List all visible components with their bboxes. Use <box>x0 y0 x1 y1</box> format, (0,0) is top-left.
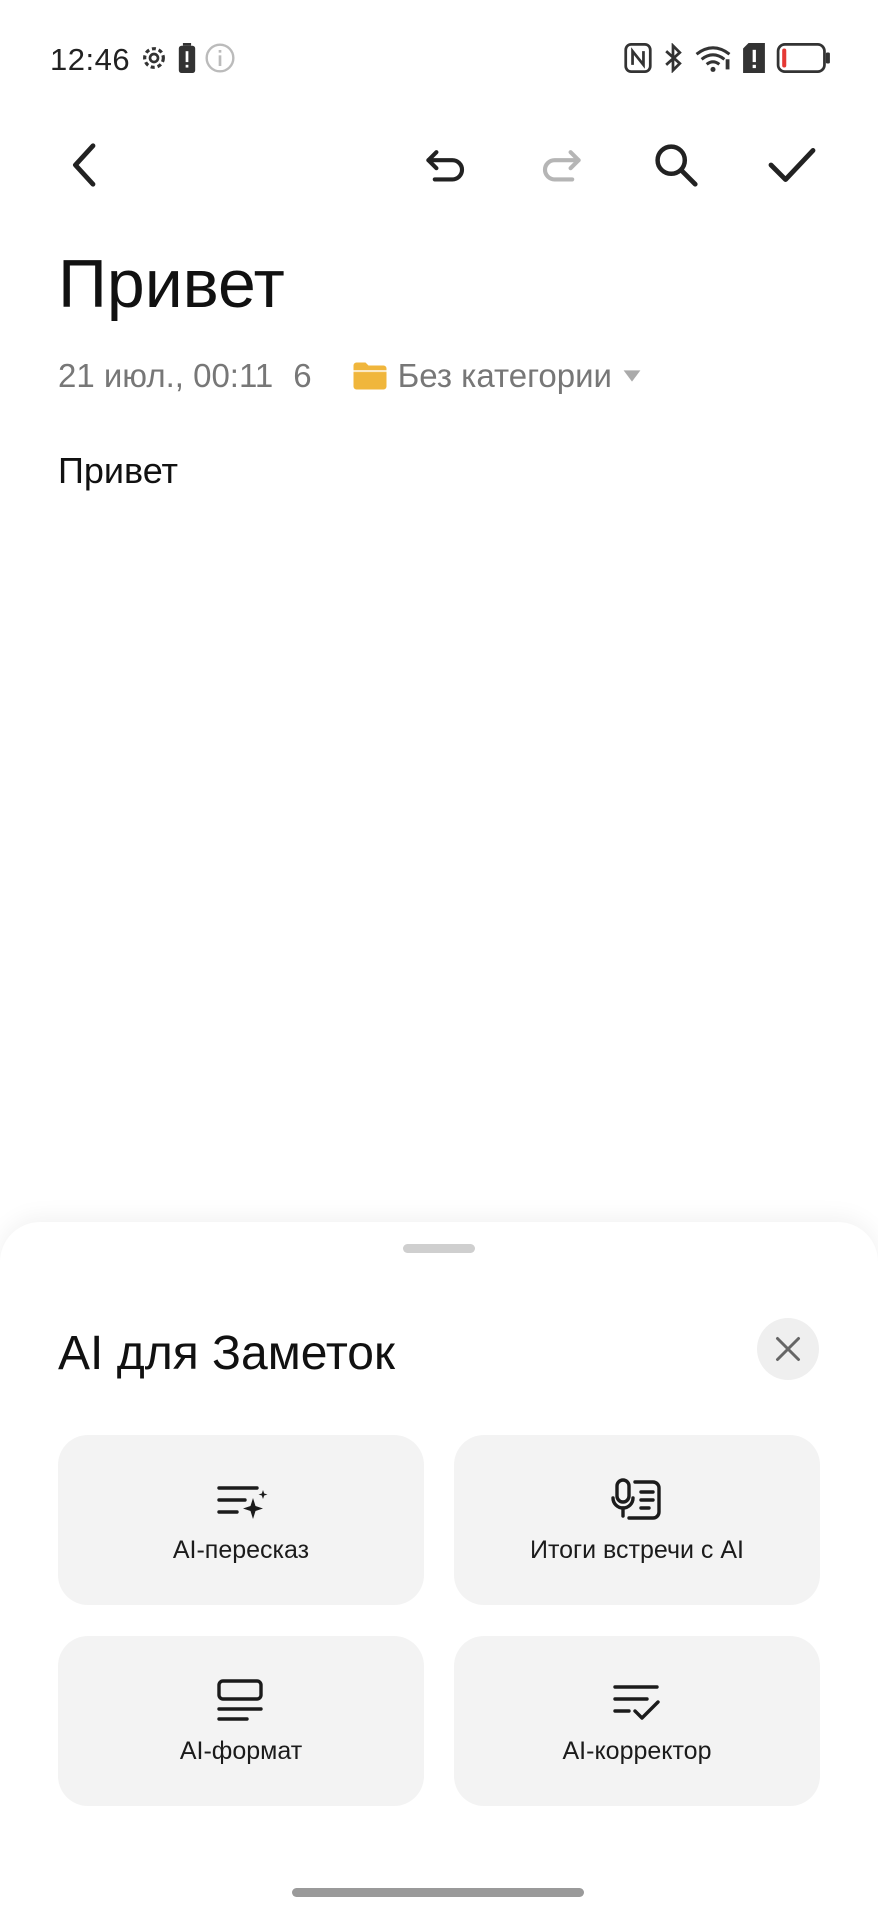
wifi-icon <box>694 43 732 78</box>
gear-icon <box>138 42 170 79</box>
status-time: 12:46 <box>50 42 131 77</box>
close-button[interactable] <box>757 1318 819 1380</box>
status-bar: 12:46 <box>0 0 878 118</box>
battery-low-icon <box>776 42 832 78</box>
note-title[interactable]: Привет <box>58 250 285 318</box>
redo-button[interactable] <box>533 137 589 193</box>
note-date: 21 июл., 00:11 <box>58 357 274 394</box>
drag-handle[interactable] <box>403 1244 475 1253</box>
ai-summary-label: AI-пересказ <box>172 1535 310 1564</box>
search-button[interactable] <box>648 137 704 193</box>
sim-alert-icon <box>742 42 766 78</box>
status-bar-left: 12:46 <box>50 40 236 80</box>
done-button[interactable] <box>764 137 820 193</box>
ai-bottom-sheet: AI для Заметок AI-пересказ Итоги встречи… <box>0 1222 878 1920</box>
search-icon <box>655 144 698 187</box>
note-toolbar <box>0 120 878 210</box>
ai-proofreader-label: AI-корректор <box>562 1736 712 1765</box>
summary-sparkle-icon <box>217 1485 268 1519</box>
note-meta: 21 июл., 00:11 6 Без категории <box>58 356 642 396</box>
bluetooth-icon <box>662 41 684 78</box>
ai-format-button[interactable]: AI-формат <box>58 1636 424 1806</box>
format-icon <box>217 1678 263 1721</box>
close-icon <box>776 1337 800 1361</box>
caret-down-icon <box>623 370 641 382</box>
ai-format-label: AI-формат <box>179 1736 303 1765</box>
category-selector[interactable]: Без категории <box>352 357 642 395</box>
category-label: Без категории <box>397 357 612 394</box>
sheet-title: AI для Заметок <box>58 1327 395 1380</box>
proofread-icon <box>613 1684 660 1720</box>
chevron-left-icon <box>73 143 96 187</box>
ai-meeting-summary-button[interactable]: Итоги встречи с AI <box>454 1435 820 1605</box>
folder-icon <box>353 362 387 390</box>
redo-icon <box>542 150 581 182</box>
checkmark-icon <box>768 148 816 182</box>
info-icon <box>204 42 236 79</box>
note-body-text[interactable]: Привет <box>58 450 178 492</box>
back-button[interactable] <box>57 137 113 193</box>
meeting-mic-icon <box>611 1477 661 1520</box>
battery-alert-icon <box>178 42 196 78</box>
ai-meeting-summary-label: Итоги встречи с AI <box>529 1535 744 1564</box>
ai-summary-button[interactable]: AI-пересказ <box>58 1435 424 1605</box>
undo-icon <box>426 150 465 182</box>
ai-proofreader-button[interactable]: AI-корректор <box>454 1636 820 1806</box>
nfc-icon <box>624 42 652 78</box>
note-char-count: 6 <box>293 357 312 394</box>
home-indicator[interactable] <box>292 1888 584 1897</box>
status-bar-right <box>624 40 832 80</box>
undo-button[interactable] <box>418 137 474 193</box>
